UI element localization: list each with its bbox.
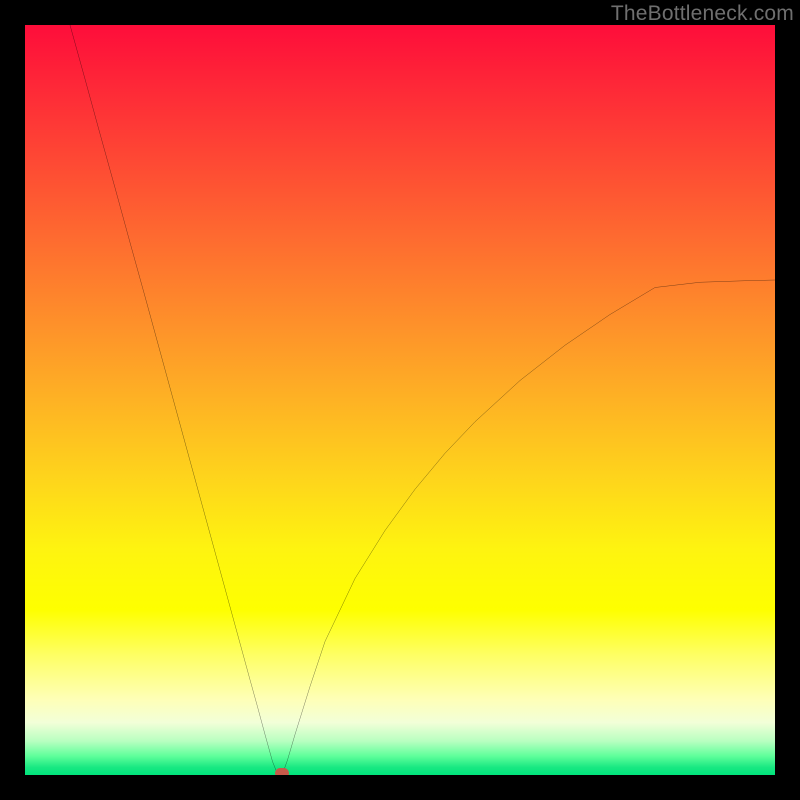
watermark-text: TheBottleneck.com bbox=[611, 2, 794, 26]
optimal-point-marker bbox=[275, 768, 289, 775]
bottleneck-curve bbox=[25, 25, 775, 775]
plot-area bbox=[25, 25, 775, 775]
chart-frame: TheBottleneck.com bbox=[0, 0, 800, 800]
